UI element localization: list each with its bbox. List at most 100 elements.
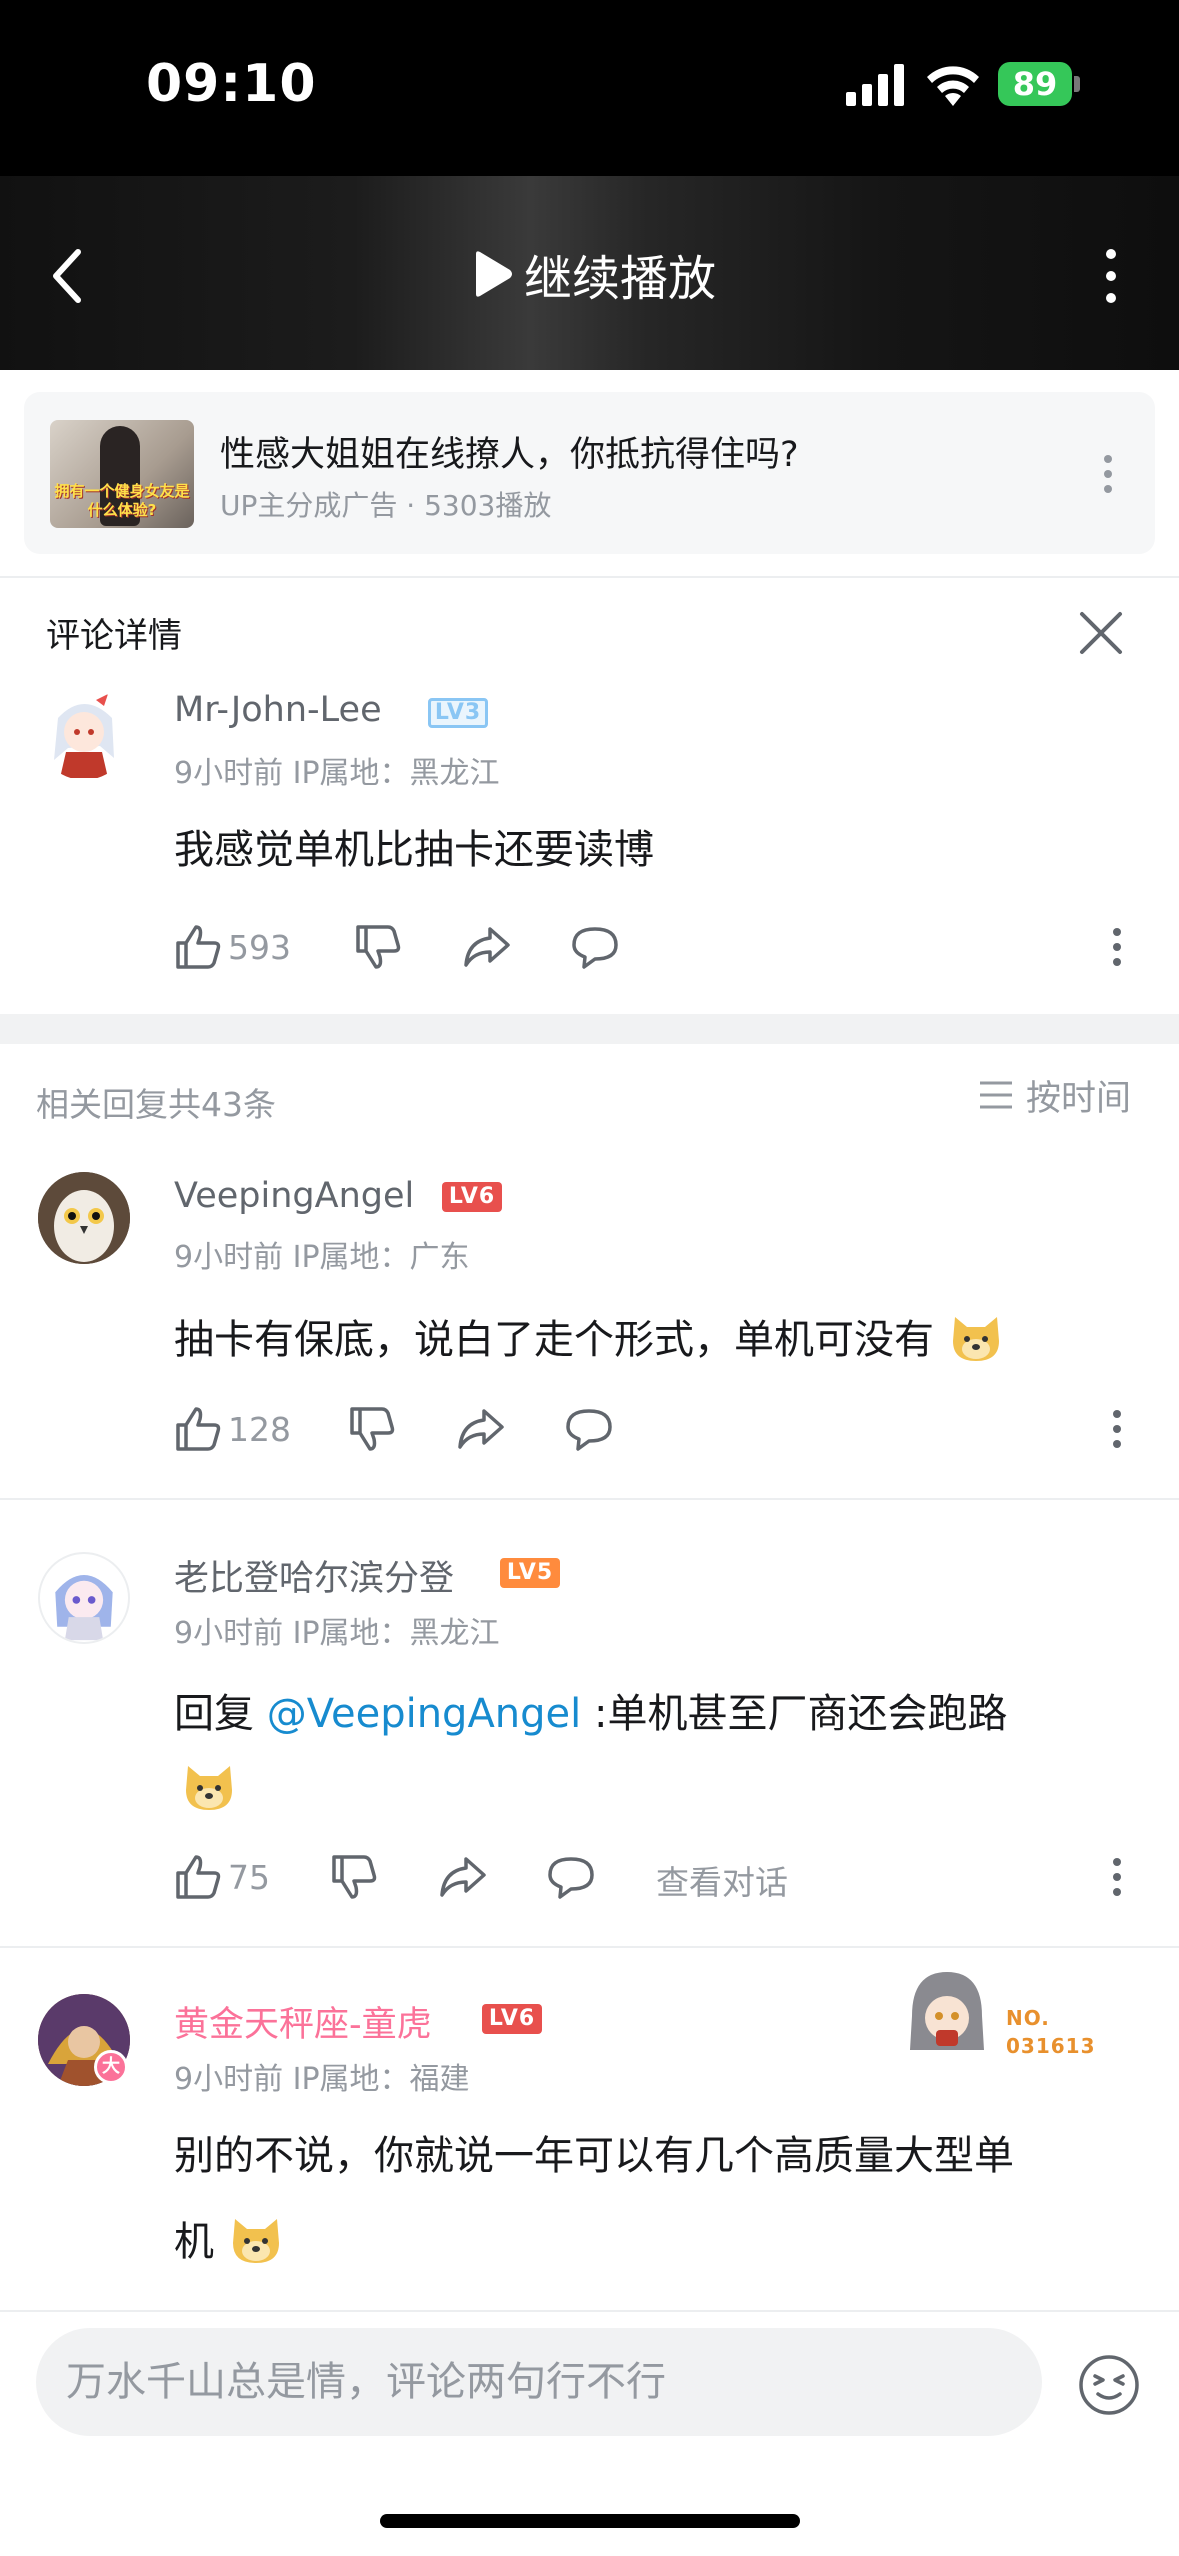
doge-emoji-icon: [186, 1766, 232, 1810]
anime-avatar-icon: [55, 1575, 113, 1641]
ad-card[interactable]: 拥有一个健身女友是什么体验? 性感大姐姐在线撩人，你抵抗得住吗? UP主分成广告…: [24, 392, 1155, 554]
doge-emoji-icon: [952, 1317, 999, 1361]
like-button[interactable]: 593: [174, 922, 291, 972]
like-count: 75: [228, 1857, 270, 1897]
comment-more-icon[interactable]: [1110, 927, 1124, 967]
battery-indicator: 89: [998, 62, 1080, 106]
reply-text-content: :单机甚至厂商还会跑路: [581, 1691, 1008, 1737]
reply-text: 回复 @VeepingAngel :单机甚至厂商还会跑路: [174, 1670, 1094, 1758]
thumb-down-icon: [350, 1407, 395, 1451]
thumb-down-icon: [356, 925, 401, 969]
sort-label: 按时间: [1026, 1078, 1132, 1119]
dislike-button[interactable]: [354, 922, 402, 972]
comment-meta: 9小时前 IP属地：黑龙江: [174, 756, 500, 791]
reply-text-line2: 机: [174, 2198, 285, 2286]
like-button[interactable]: 75: [174, 1852, 270, 1902]
like-count: 128: [228, 1409, 291, 1449]
view-conversation-link[interactable]: 查看对话: [656, 1856, 788, 1904]
reply-button[interactable]: [546, 1852, 596, 1902]
reply-username[interactable]: 黄金天秤座-童虎: [174, 1996, 432, 2047]
fan-badge-number: NO. 031613: [1006, 2004, 1096, 2060]
comment-actions: 593: [174, 922, 1154, 972]
sort-by-time-button[interactable]: 按时间: [978, 1074, 1131, 1119]
continue-play-button[interactable]: 继续播放: [470, 242, 717, 307]
like-button[interactable]: 128: [174, 1404, 291, 1454]
level-badge: LV3: [428, 698, 488, 728]
anime-avatar-icon: [54, 694, 114, 778]
avatar[interactable]: [38, 1552, 130, 1644]
divider: [0, 576, 1179, 578]
owl-avatar-icon: [38, 1172, 130, 1264]
status-bar: 09:10 89: [0, 0, 1179, 176]
divider: [0, 1946, 1179, 1948]
reply-meta: 9小时前 IP属地：广东: [174, 1240, 470, 1275]
more-options-icon[interactable]: [1096, 246, 1126, 306]
share-icon: [458, 1409, 504, 1449]
reply-more-icon[interactable]: [1110, 1409, 1124, 1449]
avatar[interactable]: [38, 688, 130, 780]
thumb-up-icon: [176, 1407, 221, 1451]
reply-button[interactable]: [564, 1404, 614, 1454]
share-icon: [440, 1857, 486, 1897]
back-button[interactable]: [44, 246, 92, 306]
battery-cap: [1074, 76, 1080, 92]
reply-username[interactable]: 老比登哈尔滨分登: [174, 1550, 454, 1601]
reply-text-content: 机: [174, 2219, 214, 2265]
comment-username[interactable]: Mr-John-Lee: [174, 690, 382, 730]
comment-bubble-icon: [548, 1857, 594, 1899]
share-icon: [464, 927, 510, 967]
level-badge: LV5: [500, 1558, 560, 1588]
reply-meta: 9小时前 IP属地：黑龙江: [174, 1616, 500, 1651]
status-time: 09:10: [146, 54, 317, 114]
fan-badge-avatar-icon: [910, 1972, 984, 2050]
fan-badge-value: 031613: [1006, 2034, 1096, 2058]
ad-thumbnail-caption: 拥有一个健身女友是什么体验?: [54, 482, 190, 519]
battery-level: 89: [998, 62, 1072, 106]
comment-bubble-icon: [566, 1409, 612, 1451]
thumb-up-icon: [176, 925, 221, 969]
avatar[interactable]: [38, 1172, 130, 1264]
dislike-button[interactable]: [348, 1404, 396, 1454]
reply-more-icon[interactable]: [1110, 1857, 1124, 1897]
like-count: 593: [228, 927, 291, 967]
comment-input[interactable]: 万水千山总是情，评论两句行不行: [36, 2328, 1042, 2436]
level-badge: LV6: [482, 2004, 542, 2034]
section-band: [0, 1014, 1179, 1044]
wifi-icon: [927, 66, 979, 106]
reply-username[interactable]: VeepingAngel: [174, 1176, 414, 1216]
home-indicator[interactable]: [380, 2514, 800, 2528]
dislike-button[interactable]: [330, 1852, 378, 1902]
video-header: 继续播放: [0, 176, 1179, 370]
reply-prefix: 回复: [174, 1691, 267, 1737]
divider: [0, 1498, 1179, 1500]
emoji-picker-icon[interactable]: [1078, 2354, 1140, 2416]
ad-subtitle: UP主分成广告 · 5303播放: [220, 489, 552, 522]
mention-link[interactable]: @VeepingAngel: [267, 1691, 582, 1737]
close-icon[interactable]: [1078, 610, 1124, 656]
reply-meta: 9小时前 IP属地：福建: [174, 2062, 470, 2097]
reply-actions: 75 查看对话: [174, 1852, 1154, 1902]
cellular-signal-icon: [846, 64, 904, 106]
share-button[interactable]: [456, 1404, 506, 1454]
reply-text-content: 抽卡有保底，说白了走个形式，单机可没有: [174, 1317, 934, 1363]
share-button[interactable]: [462, 922, 512, 972]
vip-badge-icon: 大: [94, 2050, 128, 2084]
ad-more-icon[interactable]: [1101, 454, 1115, 494]
fan-badge-label: NO.: [1006, 2006, 1050, 2030]
reply-count: 相关回复共43条: [36, 1085, 276, 1124]
reply-text-line1: 别的不说，你就说一年可以有几个高质量大型单: [174, 2133, 1014, 2179]
share-button[interactable]: [438, 1852, 488, 1902]
reply-button[interactable]: [570, 922, 620, 972]
play-icon: [476, 251, 512, 297]
continue-play-label: 继续播放: [524, 251, 717, 307]
ad-title: 性感大姐姐在线撩人，你抵抗得住吗?: [220, 435, 799, 475]
doge-emoji-icon: [232, 2219, 279, 2263]
level-badge: LV6: [442, 1182, 502, 1212]
comment-text: 我感觉单机比抽卡还要读博: [174, 827, 654, 873]
thumb-down-icon: [332, 1855, 377, 1899]
reply-text: 抽卡有保底，说白了走个形式，单机可没有: [174, 1296, 1005, 1384]
thumb-up-icon: [176, 1855, 221, 1899]
ad-thumbnail: 拥有一个健身女友是什么体验?: [50, 420, 194, 528]
sort-list-icon: [980, 1081, 1012, 1109]
reply-actions: 128: [174, 1404, 1154, 1454]
